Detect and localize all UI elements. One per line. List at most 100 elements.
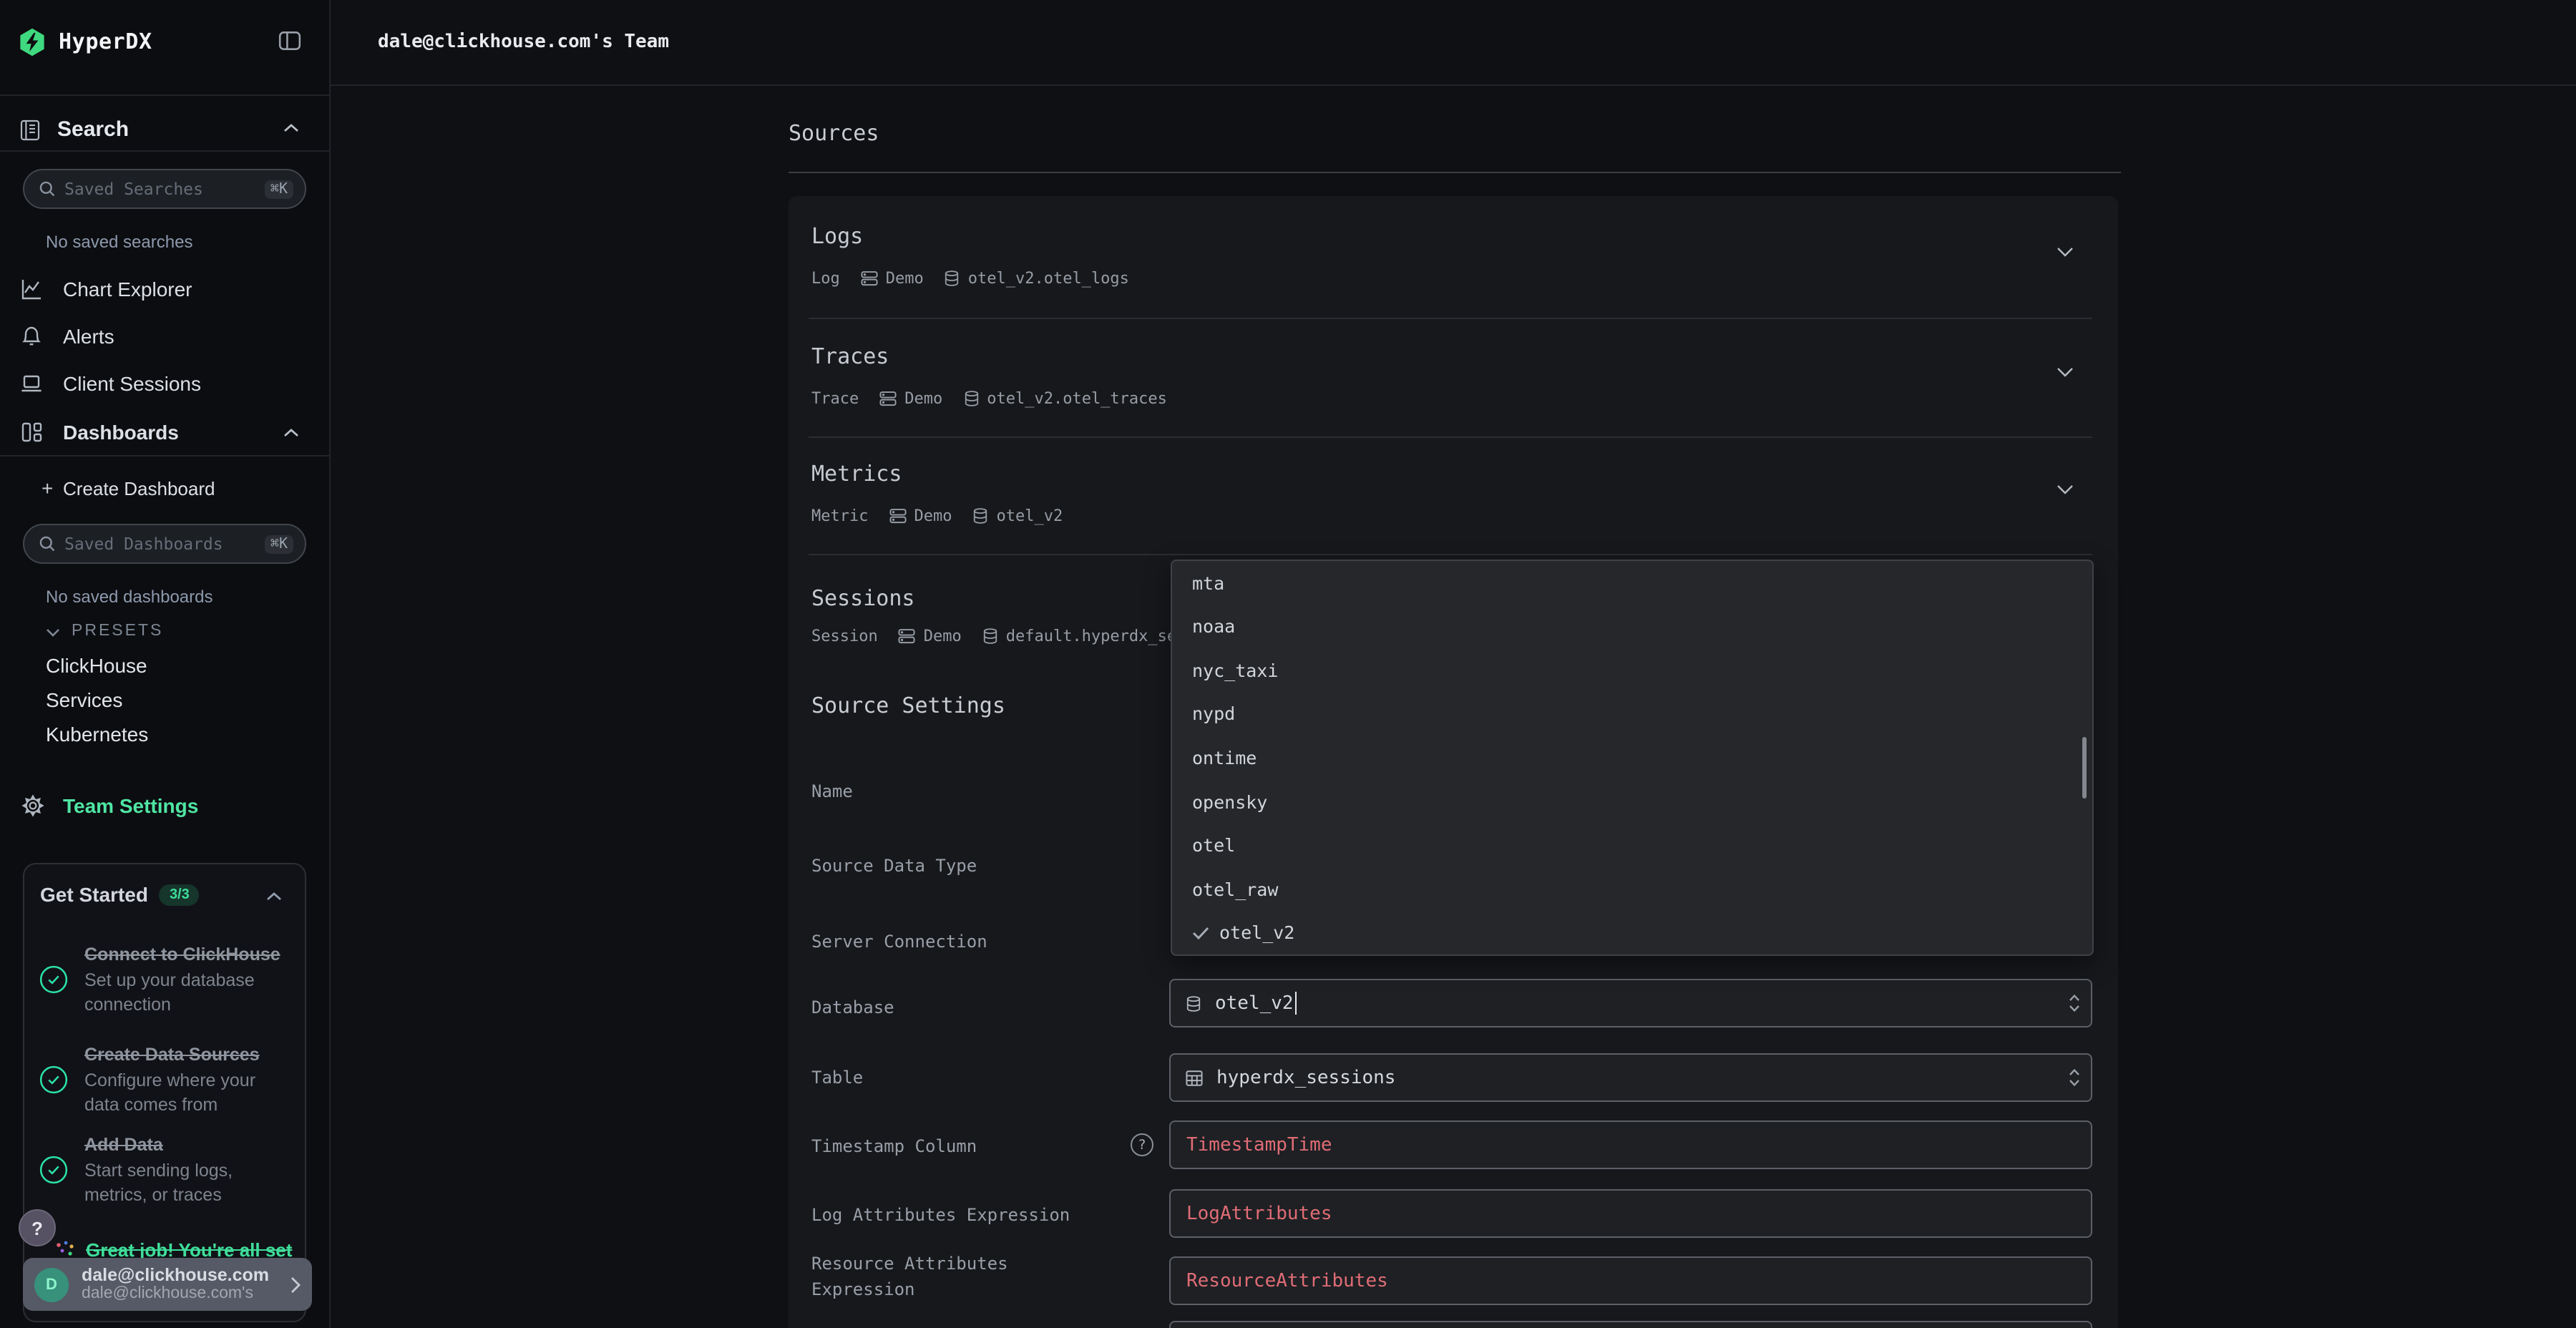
checklist-item-subtitle: Start sending logs, metrics, or traces <box>84 1158 293 1207</box>
create-dashboard-label: Create Dashboard <box>63 478 215 499</box>
logo-row: HyperDX <box>0 17 329 66</box>
checklist-item-title: Connect to ClickHouse <box>84 941 293 968</box>
database-dropdown-menu: mta noaa nyc_taxi nypd ontime opensky ot… <box>1171 560 2094 956</box>
preset-item-services[interactable]: Services <box>46 688 122 711</box>
dropdown-option[interactable]: ontime <box>1172 736 2092 780</box>
preset-item-kubernetes[interactable]: Kubernetes <box>46 723 148 746</box>
source-settings-heading: Source Settings <box>811 693 1005 718</box>
sidebar-item-alerts[interactable]: Alerts <box>0 321 329 352</box>
preset-item-clickhouse[interactable]: ClickHouse <box>46 654 147 677</box>
hyperdx-logo-icon <box>17 27 47 57</box>
server-icon <box>889 507 907 525</box>
nav-label: Chart Explorer <box>63 278 192 301</box>
app-window: HyperDX Search <box>0 0 2576 1328</box>
source-row-title: Traces <box>811 343 889 369</box>
chevron-up-icon[interactable] <box>283 428 299 438</box>
server-connection-label: Server Connection <box>811 929 1098 954</box>
chevron-up-icon[interactable] <box>266 892 282 902</box>
checklist-item-add-data[interactable]: Add Data Start sending logs, metrics, or… <box>39 1129 293 1209</box>
source-row-meta: Log Demo otel_v2.otel_logs <box>811 269 1129 288</box>
database-icon <box>1185 994 1202 1012</box>
timestamp-column-input[interactable]: TimestampTime <box>1169 1120 2092 1169</box>
dropdown-option[interactable]: otel_raw <box>1172 867 2092 911</box>
resource-attributes-label: Resource Attributes Expression <box>811 1251 1040 1302</box>
connection-name: Demo <box>914 507 952 525</box>
resource-attributes-value: ResourceAttributes <box>1186 1270 1388 1292</box>
checklist-item-sources[interactable]: Create Data Sources Configure where your… <box>39 1039 293 1119</box>
sidebar-item-chart-explorer[interactable]: Chart Explorer <box>0 273 329 305</box>
log-attributes-input[interactable]: LogAttributes <box>1169 1189 2092 1238</box>
chevron-right-icon <box>291 1276 301 1293</box>
source-type: Session <box>811 627 878 645</box>
checklist-item-title: Add Data <box>84 1131 293 1158</box>
get-started-header[interactable]: Get Started 3/3 <box>40 883 200 906</box>
user-menu[interactable]: D dale@clickhouse.com dale@clickhouse.co… <box>23 1258 312 1311</box>
connection-name: Demo <box>904 389 942 408</box>
database-select[interactable]: otel_v2 <box>1169 979 2092 1027</box>
checklist-item-connect[interactable]: Connect to ClickHouse Set up your databa… <box>39 924 293 1033</box>
journal-icon <box>19 119 42 142</box>
nav-label: Dashboards <box>63 421 179 444</box>
page-title: dale@clickhouse.com's Team <box>378 31 669 53</box>
dropdown-option[interactable]: nypd <box>1172 692 2092 736</box>
timestamp-column-label: Timestamp Column <box>811 1133 1098 1159</box>
database-badge: otel_v2 <box>972 507 1063 525</box>
divider <box>0 94 329 96</box>
divider <box>809 318 2092 319</box>
select-arrows-icon[interactable] <box>2068 1068 2081 1088</box>
presets-label: PRESETS <box>72 622 163 640</box>
server-icon <box>860 269 879 288</box>
database-icon <box>962 389 980 408</box>
user-team: dale@clickhouse.com's <box>82 1285 278 1304</box>
collapse-sidebar-icon[interactable] <box>278 29 302 53</box>
nav-label: Alerts <box>63 325 114 348</box>
source-row-title: Sessions <box>811 585 915 611</box>
log-attributes-label: Log Attributes Expression <box>811 1202 1098 1228</box>
select-arrows-icon[interactable] <box>2068 993 2081 1013</box>
avatar: D <box>34 1267 69 1302</box>
help-tooltip-icon[interactable]: ? <box>1131 1133 1153 1156</box>
resource-attributes-input[interactable]: ResourceAttributes <box>1169 1256 2092 1305</box>
divider <box>809 554 2092 555</box>
next-field-input[interactable] <box>1169 1321 2092 1328</box>
database-icon <box>944 269 961 288</box>
saved-dashboards-placeholder: Saved Dashboards <box>64 534 265 554</box>
table-select[interactable]: hyperdx_sessions <box>1169 1053 2092 1102</box>
saved-searches-input[interactable]: Saved Searches ⌘K <box>23 169 306 209</box>
bell-icon <box>20 325 43 348</box>
no-saved-searches-note: No saved searches <box>46 232 192 252</box>
chevron-up-icon[interactable] <box>283 123 299 133</box>
get-started-progress-badge: 3/3 <box>160 884 200 905</box>
dropdown-option-selected[interactable]: otel_v2 <box>1172 911 2092 954</box>
connection-badge: Demo <box>879 389 942 408</box>
dropdown-option[interactable]: opensky <box>1172 780 2092 824</box>
chevron-down-icon[interactable] <box>2057 366 2074 378</box>
sidebar-item-dashboards[interactable]: Dashboards <box>0 415 329 449</box>
dropdown-option[interactable]: mta <box>1172 561 2092 605</box>
saved-searches-placeholder: Saved Searches <box>64 179 265 199</box>
dropdown-option[interactable]: nyc_taxi <box>1172 648 2092 692</box>
chevron-down-icon[interactable] <box>2057 246 2074 258</box>
dropdown-scrollbar[interactable] <box>2082 737 2087 799</box>
dropdown-option[interactable]: otel <box>1172 824 2092 867</box>
sidebar-item-team-settings[interactable]: Team Settings <box>0 790 329 821</box>
help-button[interactable]: ? <box>19 1209 56 1246</box>
check-circle-icon <box>39 1154 69 1184</box>
table-name: otel_v2 <box>997 507 1063 525</box>
checklist-item-title: Create Data Sources <box>84 1041 293 1068</box>
sources-heading: Sources <box>789 120 879 146</box>
dropdown-option[interactable]: noaa <box>1172 605 2092 648</box>
table-name: otel_v2.otel_logs <box>968 269 1129 288</box>
presets-toggle[interactable]: PRESETS <box>0 621 329 647</box>
source-row-title: Logs <box>811 223 863 249</box>
dashboard-grid-icon <box>20 421 43 444</box>
sidebar-item-client-sessions[interactable]: Client Sessions <box>0 368 329 399</box>
check-circle-icon <box>39 964 69 994</box>
table-name: otel_v2.otel_traces <box>987 389 1167 408</box>
check-circle-icon <box>39 1064 69 1094</box>
saved-dashboards-input[interactable]: Saved Dashboards ⌘K <box>23 524 306 564</box>
connection-badge: Demo <box>898 627 962 645</box>
create-dashboard-button[interactable]: + Create Dashboard <box>0 474 329 502</box>
chevron-down-icon[interactable] <box>2057 484 2074 495</box>
sidebar-item-search[interactable]: Search <box>0 112 329 149</box>
